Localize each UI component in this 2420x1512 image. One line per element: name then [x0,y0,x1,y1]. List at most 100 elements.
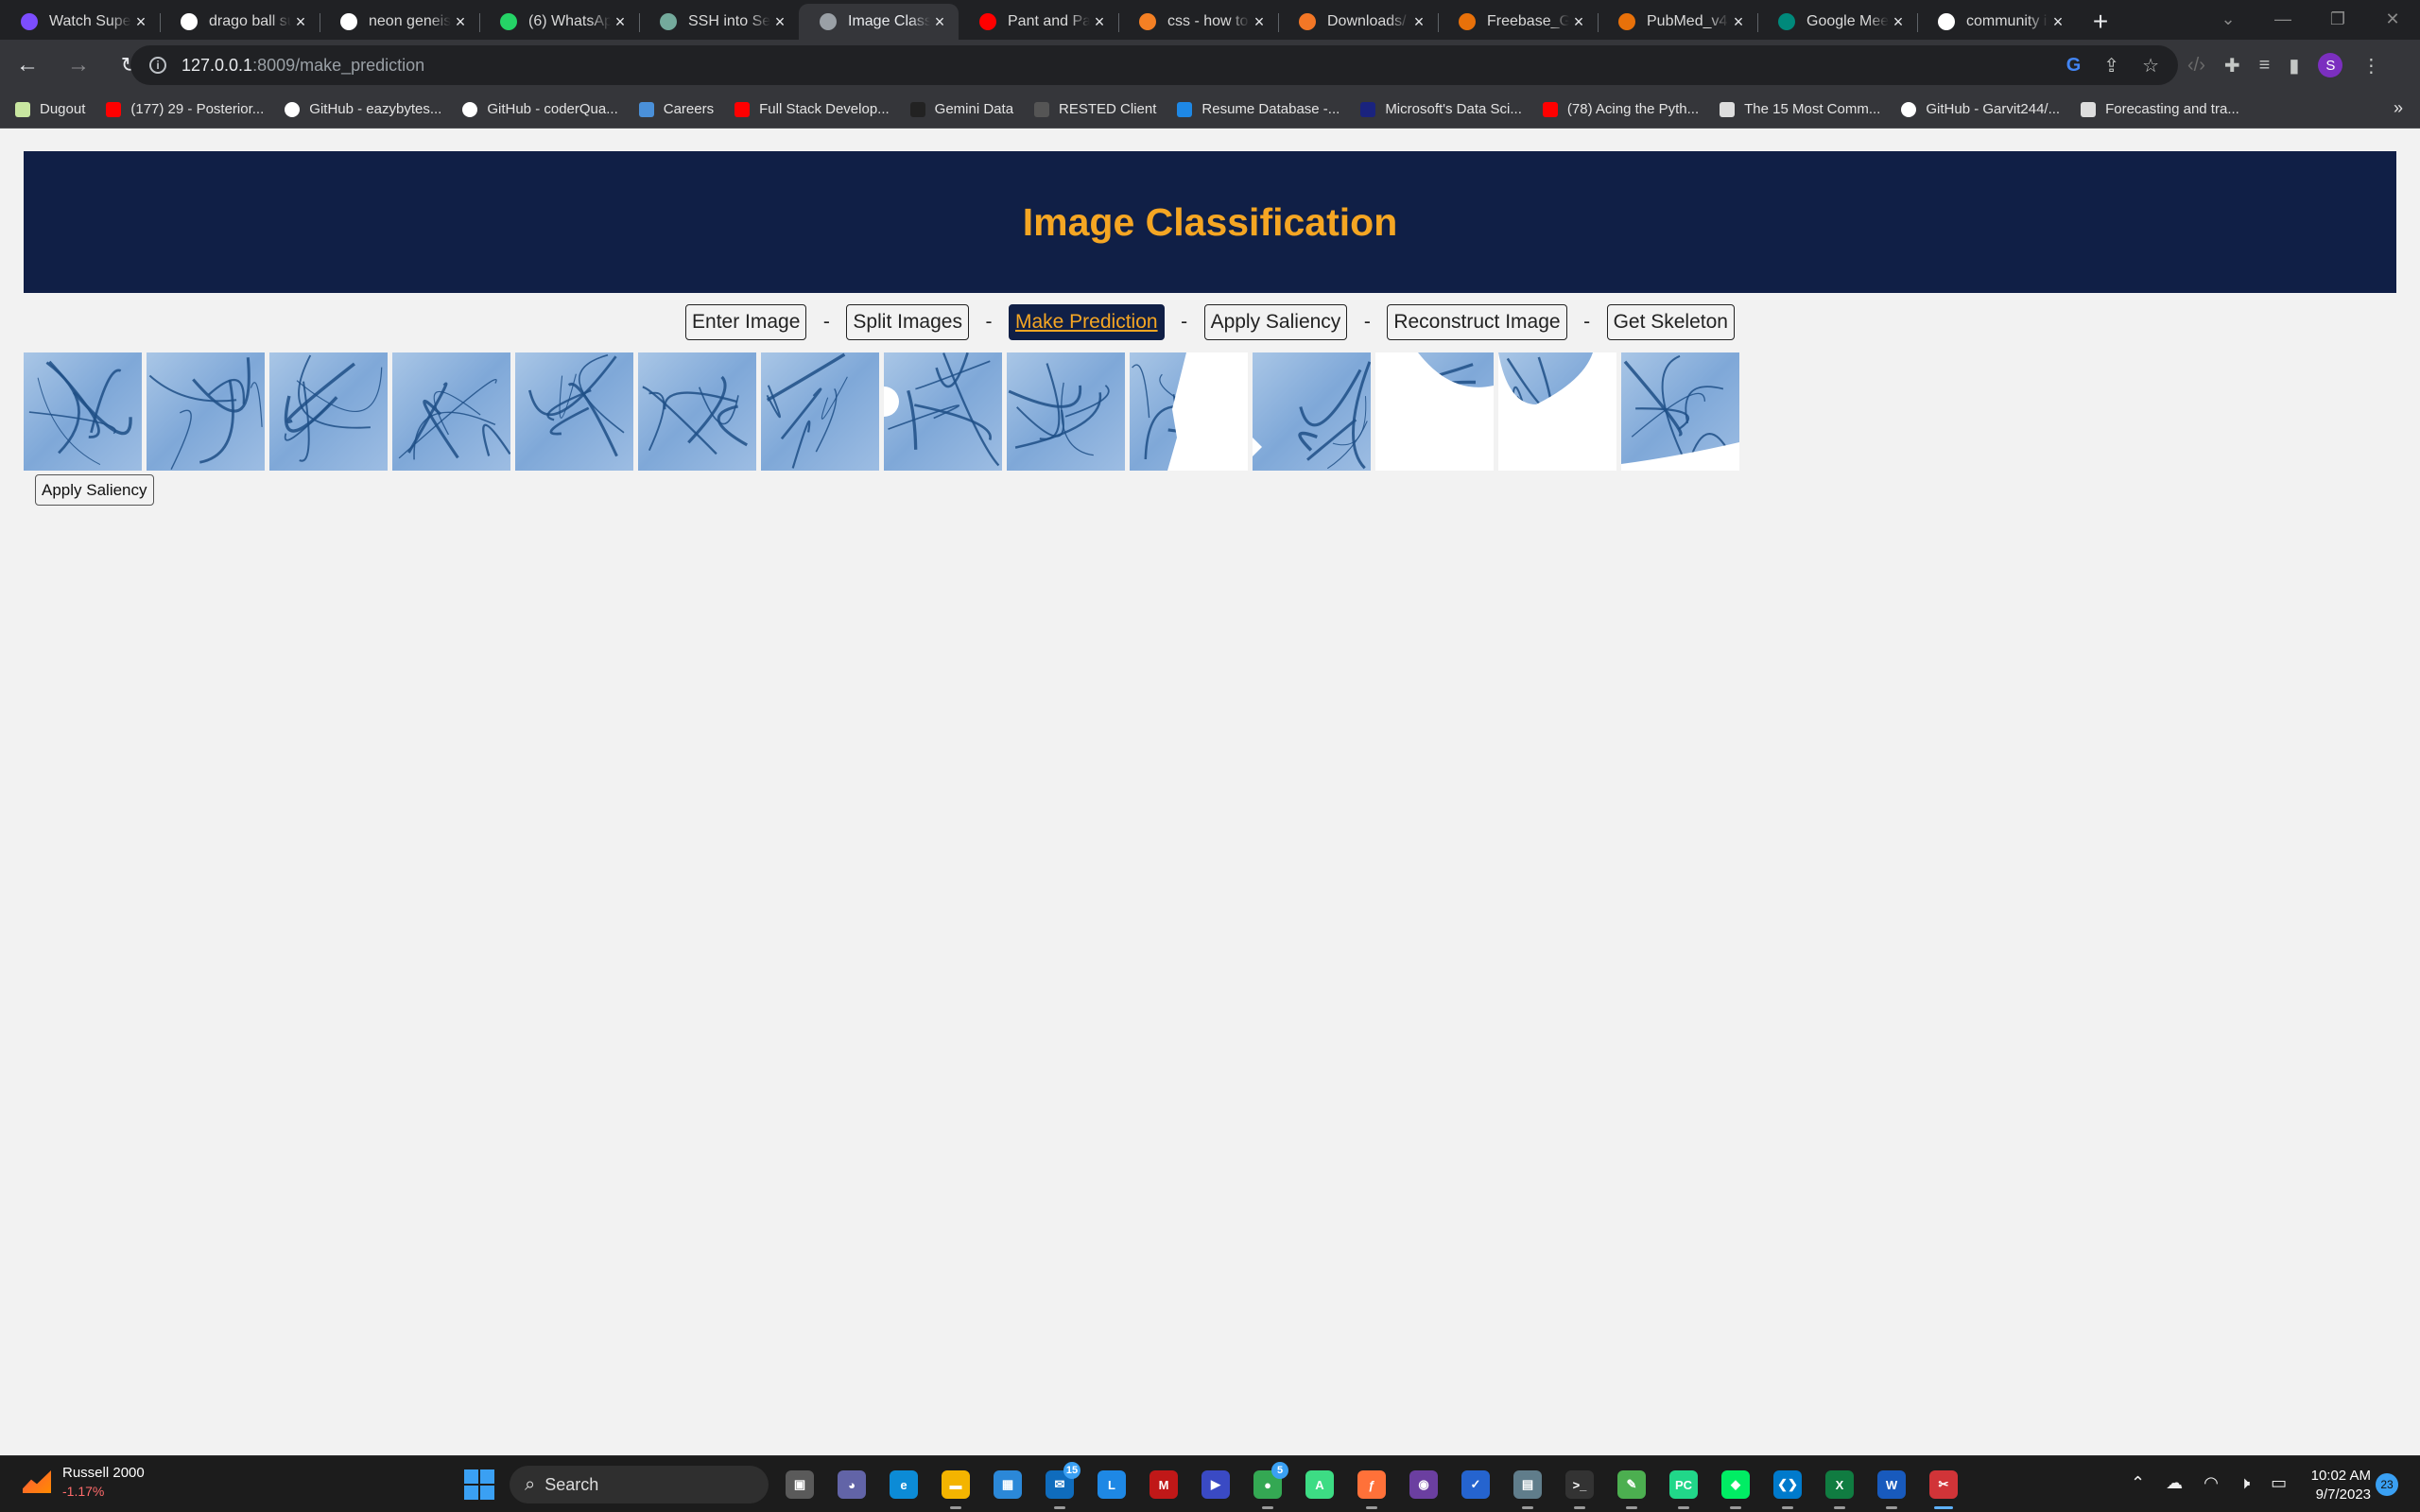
vr-app-icon[interactable]: ◉ [1405,1466,1443,1503]
bookmark-item[interactable]: RESTED Client [1034,101,1156,117]
bookmark-item[interactable]: GitHub - coderQua... [462,101,618,117]
chat-icon[interactable]: ◕ [833,1466,871,1503]
bookmark-item[interactable]: GitHub - eazybytes... [285,101,441,117]
browser-tab[interactable]: Pant and Pan× [959,4,1118,40]
close-icon[interactable]: × [1090,12,1109,32]
notification-badge[interactable]: 23 [2376,1473,2398,1496]
close-icon[interactable]: × [451,12,470,32]
back-button[interactable]: ← [2,40,53,91]
bookmark-item[interactable]: (177) 29 - Posterior... [106,101,264,117]
clock-time: 10:02 AM [2310,1468,2371,1484]
pycharm-icon[interactable]: PC [1665,1466,1703,1509]
stock-widget[interactable]: Russell 2000 -1.17% [23,1465,145,1499]
bookmarks-overflow-button[interactable]: » [2394,98,2403,118]
browser-tab[interactable]: neon geneisis× [320,4,479,40]
bookmark-item[interactable]: Gemini Data [909,101,1013,117]
mcafee-icon[interactable]: M [1145,1466,1183,1503]
android-studio-icon[interactable]: A [1301,1466,1339,1503]
close-icon[interactable]: × [1250,12,1269,32]
minimize-button[interactable]: — [2256,0,2310,38]
profile-avatar[interactable]: S [2318,53,2343,77]
window-close-button[interactable]: ✕ [2365,0,2420,38]
menu-kebab-icon[interactable]: ⋮ [2361,54,2380,77]
nav-enter-image-button[interactable]: Enter Image [685,304,807,340]
browser-tab[interactable]: Downloads/× [1278,4,1438,40]
browser-tab[interactable]: (6) WhatsApp× [479,4,639,40]
l-app-icon[interactable]: L [1093,1466,1131,1503]
onedrive-icon[interactable]: ☁ [2166,1473,2183,1493]
browser-tab[interactable]: Google Meet × [1757,4,1917,40]
close-icon[interactable]: × [131,12,150,32]
browser-tab[interactable]: Watch Super I× [0,4,160,40]
word-icon[interactable]: W [1873,1466,1910,1509]
browser-tab[interactable]: SSH into Serv× [639,4,799,40]
terminal-icon[interactable]: >_ [1561,1466,1599,1509]
close-icon[interactable]: × [1889,12,1908,32]
bookmark-item[interactable]: Microsoft's Data Sci... [1360,101,1522,117]
browser-tab[interactable]: drago ball sup× [160,4,320,40]
file-explorer-icon[interactable]: ▬ [937,1466,975,1509]
close-icon[interactable]: × [1729,12,1748,32]
taskbar-search[interactable]: ⌕ Search [510,1466,769,1503]
wifi-icon[interactable]: ◠ [2204,1473,2219,1493]
share-icon[interactable]: ⇪ [2103,54,2119,77]
bookmark-item[interactable]: Careers [638,101,714,117]
restore-button[interactable]: ❐ [2310,0,2365,38]
close-icon[interactable]: × [930,12,949,32]
chrome-icon[interactable]: ● 5 [1249,1462,1288,1509]
bookmark-item[interactable]: Resume Database -... [1177,101,1340,117]
browser-tab[interactable]: Freebase_GC× [1438,4,1598,40]
volume-muted-icon[interactable]: 🕨 [2239,1473,2250,1493]
mongodb-icon[interactable]: ◆ [1717,1466,1754,1509]
address-bar[interactable]: i 127.0.0.1:8009/make_prediction G ⇪ ☆ [130,45,2178,85]
browser-tab[interactable]: community in × [1917,4,2077,40]
close-icon[interactable]: × [1569,12,1588,32]
browser-tab[interactable]: css - how to c× [1118,4,1278,40]
new-tab-button[interactable]: + [2077,4,2124,40]
nav-reconstruct-image-button[interactable]: Reconstruct Image [1387,304,1567,340]
monitor-app-icon[interactable]: ▤ [1509,1466,1547,1509]
browser-tab[interactable]: Image Classifi× [799,4,959,40]
snipping-tool-icon[interactable]: ✂ [1925,1466,1962,1509]
bookmark-item[interactable]: The 15 Most Comm... [1720,101,1880,117]
firefox-icon[interactable]: ƒ [1353,1466,1391,1509]
bookmark-item[interactable]: Dugout [15,101,85,117]
battery-icon[interactable]: ▭ [2271,1473,2287,1493]
extensions-icon[interactable]: ✚ [2224,54,2240,77]
edge-icon[interactable]: e [885,1466,923,1503]
bookmark-star-icon[interactable]: ☆ [2142,54,2159,77]
forward-button[interactable]: → [53,40,104,91]
clock[interactable]: 10:02 AM 9/7/2023 [2295,1467,2371,1504]
chevron-up-icon[interactable]: ⌃ [2131,1473,2145,1493]
store-icon[interactable]: ▦ [989,1466,1027,1503]
browser-tab[interactable]: PubMed_v4.0× [1598,4,1757,40]
nav-apply-saliency-button[interactable]: Apply Saliency [1203,304,1348,340]
bookmark-item[interactable]: Full Stack Develop... [735,101,890,117]
excel-icon[interactable]: X [1821,1466,1858,1509]
vscode-icon[interactable]: ❮❯ [1769,1466,1806,1509]
nav-get-skeleton-button[interactable]: Get Skeleton [1606,304,1735,340]
devtools-icon[interactable]: ‹/› [2187,55,2205,77]
site-info-icon[interactable]: i [149,57,166,74]
start-button[interactable] [464,1469,494,1500]
close-icon[interactable]: × [291,12,310,32]
close-icon[interactable]: × [770,12,789,32]
nav-split-images-button[interactable]: Split Images [846,304,969,340]
mail-icon[interactable]: ✉ 15 [1041,1462,1080,1509]
task-view-icon[interactable]: ▣ [781,1466,819,1503]
notepad-icon[interactable]: ✎ [1613,1466,1651,1509]
nav-make-prediction-button[interactable]: Make Prediction [1008,304,1165,340]
bookmark-item[interactable]: (78) Acing the Pyth... [1542,101,1699,117]
bookmark-item[interactable]: GitHub - Garvit244/... [1901,101,2060,117]
close-icon[interactable]: × [1409,12,1428,32]
prime-video-icon[interactable]: ▶ [1197,1466,1235,1503]
close-icon[interactable]: × [611,12,630,32]
apply-saliency-button[interactable]: Apply Saliency [35,474,154,506]
close-icon[interactable]: × [2048,12,2067,32]
tab-search-icon[interactable]: ⌄ [2201,0,2256,38]
google-lens-icon[interactable]: G [2066,55,2082,77]
media-controls-icon[interactable]: ≡ [2259,55,2271,77]
side-panel-icon[interactable]: ▮ [2289,54,2299,77]
bookmark-item[interactable]: Forecasting and tra... [2081,101,2239,117]
todo-icon[interactable]: ✓ [1457,1466,1495,1503]
